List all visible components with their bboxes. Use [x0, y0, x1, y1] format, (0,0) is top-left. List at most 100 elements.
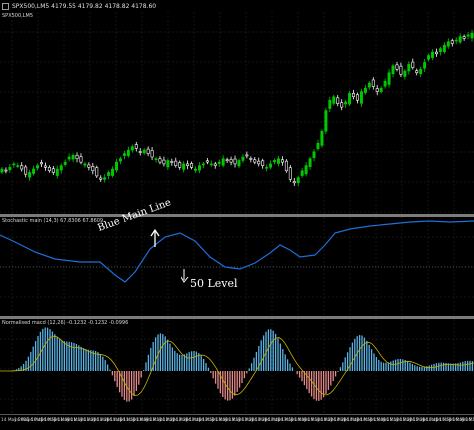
- candle-body: [43, 165, 47, 168]
- candle-body: [407, 63, 411, 72]
- candle-body: [138, 151, 142, 153]
- candle-body: [411, 61, 415, 68]
- candle-body: [126, 149, 130, 156]
- candle-body: [336, 97, 340, 104]
- candle-body: [162, 159, 166, 165]
- candle-body: [28, 172, 32, 178]
- stochastic-pane-label: Stochastic main (14,3) 67.8306 67.8609: [2, 218, 104, 224]
- candle-body: [146, 148, 150, 154]
- candle-body: [423, 62, 427, 69]
- candle-body: [458, 36, 462, 43]
- macd-pane-label: Normalised macd (12,26) -0.1232 -0.1232 …: [2, 320, 129, 326]
- candle-body: [340, 102, 344, 108]
- window-titlebar: SPX500,LM5 4179.55 4179.82 4178.82 4178.…: [0, 0, 474, 12]
- candle-body: [320, 130, 324, 146]
- candle-body: [324, 110, 328, 132]
- candle-body: [470, 32, 474, 39]
- candle-body: [446, 41, 450, 47]
- candle-body: [395, 64, 399, 70]
- candle-body: [63, 161, 67, 165]
- candle-body: [419, 68, 423, 75]
- stochastic-pane[interactable]: Stochastic main (14,3) 67.8306 67.8609: [0, 217, 474, 316]
- candle-body: [328, 99, 332, 109]
- candle-body: [95, 167, 99, 177]
- candle-body: [111, 168, 115, 176]
- candle-body: [391, 65, 395, 75]
- candle-body: [276, 158, 280, 164]
- candle-body: [304, 165, 308, 175]
- candle-body: [213, 163, 217, 166]
- candle-body: [363, 87, 367, 93]
- candle-body: [399, 65, 403, 75]
- stochastic-canvas: [0, 217, 474, 316]
- candle-body: [209, 163, 213, 166]
- candle-body: [261, 160, 265, 166]
- candle-body: [190, 163, 194, 168]
- candle-body: [296, 177, 300, 184]
- price-chart-pane[interactable]: SPX500,LM5: [0, 12, 474, 214]
- candle-body: [142, 149, 146, 154]
- candle-body: [273, 160, 277, 163]
- candle-body: [442, 44, 446, 53]
- candle-body: [201, 163, 205, 166]
- candle-body: [197, 165, 201, 171]
- candle-body: [371, 79, 375, 87]
- time-axis: 14 May 2021 14 May 10:40 14 May 10:50 14 Ma…: [0, 414, 474, 430]
- annotation-arrow-icon: [150, 228, 160, 247]
- annotation-down-arrow-icon: [181, 269, 189, 283]
- candle-body: [51, 168, 55, 173]
- candle-body: [150, 150, 154, 158]
- candle-body: [79, 156, 83, 163]
- candle-body: [427, 55, 431, 60]
- candle-body: [359, 91, 363, 104]
- annotation-fifty-level: 50 Level: [190, 277, 238, 290]
- candle-body: [288, 167, 292, 180]
- candle-body: [178, 162, 182, 168]
- candle-body: [67, 156, 71, 160]
- stochastic-main-line: [0, 220, 474, 283]
- macd-pane[interactable]: Normalised macd (12,26) -0.1232 -0.1232 …: [0, 319, 474, 414]
- candle-body: [241, 156, 245, 161]
- candle-body: [182, 163, 186, 170]
- candle-body: [265, 167, 269, 169]
- candle-body: [257, 160, 261, 165]
- candle-body: [355, 94, 359, 101]
- candle-body: [16, 165, 20, 167]
- candle-body: [154, 158, 158, 161]
- candle-body: [0, 168, 4, 173]
- candle-body: [12, 163, 16, 166]
- chart-window-icon[interactable]: [2, 2, 9, 10]
- candle-body: [103, 177, 107, 180]
- candle-body: [87, 164, 91, 168]
- price-pane-label: SPX500,LM5: [2, 13, 34, 19]
- candle-body: [269, 163, 273, 168]
- time-axis-label: 14 May 16:20: [461, 418, 474, 423]
- candle-body: [352, 93, 356, 98]
- candle-body: [225, 159, 229, 162]
- candle-body: [39, 162, 43, 165]
- candle-body: [245, 154, 249, 157]
- candle-body: [249, 158, 253, 160]
- candle-body: [134, 144, 138, 149]
- candle-body: [284, 160, 288, 172]
- candle-body: [194, 168, 198, 171]
- candle-body: [344, 101, 348, 105]
- candle-body: [438, 48, 442, 53]
- candle-body: [59, 165, 63, 171]
- candle-body: [415, 70, 419, 74]
- candle-body: [375, 88, 379, 92]
- candle-body: [229, 159, 233, 163]
- candle-body: [466, 34, 470, 37]
- candle-body: [454, 39, 458, 42]
- candle-body: [99, 177, 103, 180]
- candle-body: [217, 161, 221, 164]
- candle-body: [379, 87, 383, 92]
- window-title: SPX500,LM5 4179.55 4179.82 4178.82 4178.…: [12, 2, 157, 10]
- candle-body: [166, 160, 170, 168]
- candle-body: [83, 163, 87, 166]
- candle-body: [47, 167, 51, 172]
- candle-body: [300, 170, 304, 176]
- candle-body: [122, 153, 126, 156]
- candle-body: [383, 81, 387, 87]
- candle-body: [174, 160, 178, 166]
